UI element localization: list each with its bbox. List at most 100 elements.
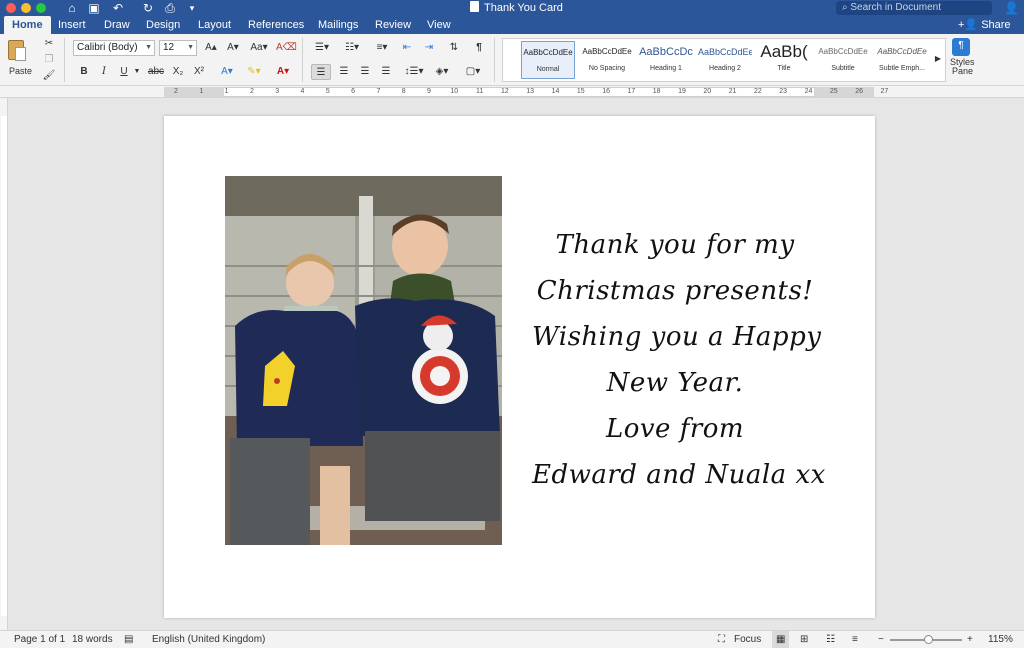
tab-insert[interactable]: Insert [58,16,86,34]
account-icon[interactable]: 👤 [1004,1,1019,15]
shading-icon[interactable]: ◈▾ [431,64,453,80]
bullets-icon[interactable]: ☰▾ [309,40,335,56]
share-button[interactable]: +👤 Share [958,16,1011,34]
tab-review[interactable]: Review [375,16,411,34]
ruler-number: 6 [351,88,356,95]
italic-button[interactable]: I [96,64,112,80]
redo-icon[interactable]: ↻ [140,0,156,16]
style-heading-1[interactable]: AaBbCcDc Heading 1 [639,41,693,79]
style-heading-2[interactable]: AaBbCcDdEe Heading 2 [698,41,752,79]
format-painter-icon[interactable]: 🖌 [42,68,56,84]
tab-home[interactable]: Home [4,16,51,34]
zoom-slider-handle[interactable] [924,635,933,644]
style-normal[interactable]: AaBbCcDdEe Normal [521,41,575,79]
decrease-indent-icon[interactable]: ⇤ [398,40,416,56]
ruler-number: 4 [300,88,305,95]
vertical-ruler[interactable] [0,98,8,630]
style-name: Heading 2 [709,65,741,72]
sort-icon[interactable]: ⇅ [445,40,463,56]
home-icon[interactable]: ⌂ [64,0,80,16]
tab-view[interactable]: View [427,16,451,34]
numbering-icon[interactable]: ☷▾ [339,40,365,56]
zoom-window-button[interactable] [36,3,46,13]
word-count[interactable]: 18 words [72,631,113,648]
font-size-value: 12 [163,42,175,53]
proofing-icon[interactable]: ▤ [124,631,133,648]
font-color-icon[interactable]: A▾ [271,64,295,80]
chevron-down-icon[interactable]: ▼ [132,64,142,80]
web-layout-icon[interactable]: ⊞ [800,631,808,648]
cut-icon[interactable]: ✂ [42,36,56,52]
tab-design[interactable]: Design [146,16,180,34]
draft-icon[interactable]: ≡ [852,631,858,648]
card-message[interactable]: Thank you for my Christmas presents! Wis… [532,222,825,498]
text-effects-icon[interactable]: A▾ [216,64,238,80]
font-name-dropdown[interactable]: Calibri (Body) ▼ [73,40,155,56]
shrink-font-icon[interactable]: A▾ [223,40,243,56]
style-preview: AaBbCcDdEe [818,47,868,56]
focus-icon[interactable]: ⛶ [718,631,725,648]
bold-button[interactable]: B [76,64,92,80]
save-icon[interactable]: ▣ [86,0,102,16]
horizontal-ruler[interactable]: 2 1 1 2 3 4 5 6 7 8 9 10 11 12 13 14 15 16 17 18 19 20 21 22 23 2… [0,86,1024,98]
copy-icon[interactable]: ❐ [42,52,56,68]
superscript-button[interactable]: X² [190,64,208,80]
highlight-color-icon[interactable]: ✎▾ [242,64,266,80]
focus-label[interactable]: Focus [734,631,761,648]
ruler-number: 26 [855,88,863,95]
search-placeholder: Search in Document [850,2,941,13]
zoom-level[interactable]: 115% [988,631,1013,648]
outline-icon[interactable]: ☷ [826,631,835,648]
clear-formatting-icon[interactable]: A⌫ [276,40,297,56]
style-preview: AaBb( [760,42,808,61]
style-title[interactable]: AaBb(Title [757,41,811,79]
style-subtitle[interactable]: AaBbCcDdEe Subtitle [816,41,870,79]
zoom-in-button[interactable]: + [967,631,973,648]
minimize-window-button[interactable] [21,3,31,13]
align-right-icon[interactable]: ☰ [355,64,375,80]
chevron-right-icon[interactable]: ▶ [933,51,943,67]
title-bar: ⌂ ▣ ↶ ↻ ⎙ ▾ Thank You Card ⌕ Search in D… [0,0,1024,16]
divider [494,38,495,82]
style-name: Heading 1 [650,65,682,72]
customize-toolbar-icon[interactable]: ▾ [184,0,200,16]
styles-pane-icon[interactable]: ¶ [952,38,970,56]
style-no-spacing[interactable]: AaBbCcDdEe No Spacing [580,41,634,79]
style-preview: AaBbCcDdEe [877,47,927,56]
underline-button[interactable]: U [116,64,132,80]
style-preview: AaBbCcDdEe [698,47,752,57]
search-in-document-field[interactable]: ⌕ Search in Document [836,1,992,15]
align-center-icon[interactable]: ☰ [334,64,354,80]
photo-image[interactable] [225,176,502,545]
subscript-button[interactable]: X₂ [169,64,187,80]
strikethrough-button[interactable]: abc [146,64,166,80]
multilevel-list-icon[interactable]: ≡▾ [369,40,395,56]
card-line: Christmas presents! [536,276,814,306]
styles-pane-label-2[interactable]: Pane [952,67,973,76]
grow-font-icon[interactable]: A▴ [201,40,221,56]
tab-draw[interactable]: Draw [104,16,130,34]
borders-icon[interactable]: ▢▾ [458,64,488,80]
undo-icon[interactable]: ↶ [110,0,126,16]
language-indicator[interactable]: English (United Kingdom) [152,631,265,648]
change-case-icon[interactable]: Aa▾ [247,40,271,56]
zoom-out-button[interactable]: − [878,631,884,648]
style-subtle-emphasis[interactable]: AaBbCcDdEe Subtle Emph... [875,41,929,79]
print-icon[interactable]: ⎙ [162,0,178,16]
page-count[interactable]: Page 1 of 1 [14,631,65,648]
ruler-number: 21 [728,88,737,95]
font-size-dropdown[interactable]: 12 ▼ [159,40,197,56]
tab-layout[interactable]: Layout [198,16,231,34]
print-layout-icon[interactable]: ▦ [772,631,790,648]
line-spacing-icon[interactable]: ↕☰▾ [401,64,427,80]
tab-mailings[interactable]: Mailings [318,16,358,34]
increase-indent-icon[interactable]: ⇥ [420,40,438,56]
justify-icon[interactable]: ☰ [376,64,396,80]
align-left-icon[interactable]: ☰ [311,64,331,80]
show-formatting-icon[interactable]: ¶ [470,40,488,56]
paste-icon[interactable] [8,40,26,61]
close-window-button[interactable] [6,3,16,13]
card-line: New Year. [606,368,744,398]
tab-references[interactable]: References [248,16,304,34]
document-page[interactable]: Thank you for my Christmas presents! Wis… [164,116,875,618]
